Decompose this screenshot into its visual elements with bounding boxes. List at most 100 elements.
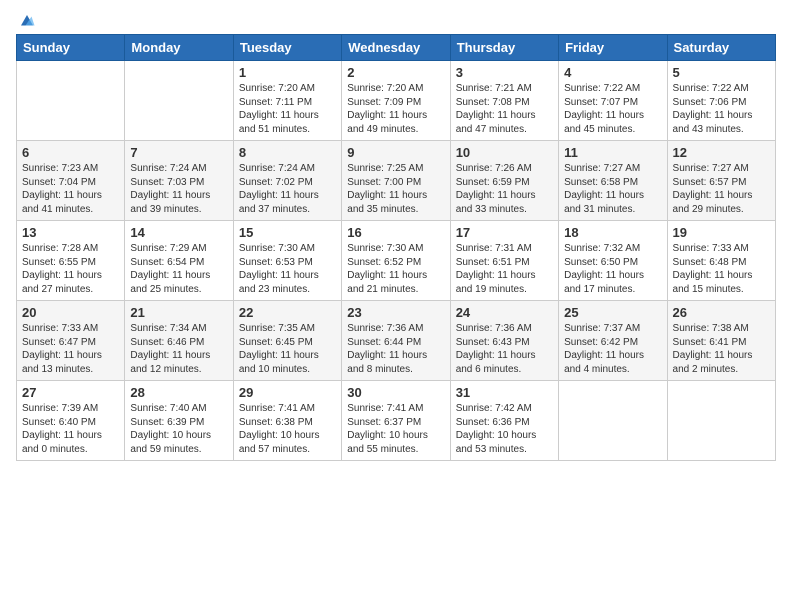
calendar-cell: 15 Sunrise: 7:30 AM Sunset: 6:53 PM Dayli… — [233, 221, 341, 301]
weekday-header-row: SundayMondayTuesdayWednesdayThursdayFrid… — [17, 35, 776, 61]
calendar-cell: 19 Sunrise: 7:33 AM Sunset: 6:48 PM Dayli… — [667, 221, 775, 301]
calendar-cell: 13 Sunrise: 7:28 AM Sunset: 6:55 PM Dayli… — [17, 221, 125, 301]
day-number: 18 — [564, 225, 661, 240]
calendar-cell — [17, 61, 125, 141]
calendar-cell: 30 Sunrise: 7:41 AM Sunset: 6:37 PM Dayli… — [342, 381, 450, 461]
day-number: 11 — [564, 145, 661, 160]
day-info: Sunrise: 7:22 AM Sunset: 7:06 PM Dayligh… — [673, 82, 770, 136]
day-info: Sunrise: 7:27 AM Sunset: 6:58 PM Dayligh… — [564, 162, 661, 216]
calendar-cell: 9 Sunrise: 7:25 AM Sunset: 7:00 PM Daylig… — [342, 141, 450, 221]
logo-text — [16, 12, 36, 30]
page: SundayMondayTuesdayWednesdayThursdayFrid… — [0, 0, 792, 612]
calendar-cell: 6Sunrise: 7:23 AM Sunset: 7:04 PM Daylig… — [17, 141, 125, 221]
day-info: Sunrise: 7:41 AM Sunset: 6:37 PM Dayligh… — [347, 402, 444, 456]
day-info: Sunrise: 7:23 AM Sunset: 7:04 PM Dayligh… — [22, 162, 119, 216]
day-number: 28 — [130, 385, 227, 400]
day-info: Sunrise: 7:30 AM Sunset: 6:52 PM Dayligh… — [347, 242, 444, 296]
calendar-cell: 10Sunrise: 7:26 AM Sunset: 6:59 PM Dayli… — [450, 141, 558, 221]
day-info: Sunrise: 7:22 AM Sunset: 7:07 PM Dayligh… — [564, 82, 661, 136]
day-info: Sunrise: 7:33 AM Sunset: 6:47 PM Dayligh… — [22, 322, 119, 376]
day-number: 24 — [456, 305, 553, 320]
weekday-header-thursday: Thursday — [450, 35, 558, 61]
calendar-cell: 8 Sunrise: 7:24 AM Sunset: 7:02 PM Daylig… — [233, 141, 341, 221]
day-info: Sunrise: 7:36 AM Sunset: 6:43 PM Dayligh… — [456, 322, 553, 376]
day-info: Sunrise: 7:20 AM Sunset: 7:11 PM Dayligh… — [239, 82, 336, 136]
day-info: Sunrise: 7:33 AM Sunset: 6:48 PM Dayligh… — [673, 242, 770, 296]
week-row-4: 20 Sunrise: 7:33 AM Sunset: 6:47 PM Dayli… — [17, 301, 776, 381]
calendar-cell: 2 Sunrise: 7:20 AM Sunset: 7:09 PM Daylig… — [342, 61, 450, 141]
day-info: Sunrise: 7:31 AM Sunset: 6:51 PM Dayligh… — [456, 242, 553, 296]
day-number: 27 — [22, 385, 119, 400]
day-info: Sunrise: 7:25 AM Sunset: 7:00 PM Dayligh… — [347, 162, 444, 216]
day-number: 22 — [239, 305, 336, 320]
day-info: Sunrise: 7:34 AM Sunset: 6:46 PM Dayligh… — [130, 322, 227, 376]
week-row-2: 6Sunrise: 7:23 AM Sunset: 7:04 PM Daylig… — [17, 141, 776, 221]
calendar-cell: 11 Sunrise: 7:27 AM Sunset: 6:58 PM Dayli… — [559, 141, 667, 221]
day-number: 31 — [456, 385, 553, 400]
day-info: Sunrise: 7:24 AM Sunset: 7:03 PM Dayligh… — [130, 162, 227, 216]
day-number: 21 — [130, 305, 227, 320]
calendar-cell: 25Sunrise: 7:37 AM Sunset: 6:42 PM Dayli… — [559, 301, 667, 381]
calendar-cell: 16 Sunrise: 7:30 AM Sunset: 6:52 PM Dayli… — [342, 221, 450, 301]
day-number: 15 — [239, 225, 336, 240]
day-info: Sunrise: 7:35 AM Sunset: 6:45 PM Dayligh… — [239, 322, 336, 376]
day-number: 16 — [347, 225, 444, 240]
day-number: 2 — [347, 65, 444, 80]
day-number: 19 — [673, 225, 770, 240]
calendar-cell — [667, 381, 775, 461]
calendar-cell: 3Sunrise: 7:21 AM Sunset: 7:08 PM Daylig… — [450, 61, 558, 141]
logo-icon — [18, 12, 36, 30]
calendar-cell — [559, 381, 667, 461]
calendar-cell: 22 Sunrise: 7:35 AM Sunset: 6:45 PM Dayli… — [233, 301, 341, 381]
day-info: Sunrise: 7:40 AM Sunset: 6:39 PM Dayligh… — [130, 402, 227, 456]
calendar-cell: 20 Sunrise: 7:33 AM Sunset: 6:47 PM Dayli… — [17, 301, 125, 381]
day-info: Sunrise: 7:28 AM Sunset: 6:55 PM Dayligh… — [22, 242, 119, 296]
day-info: Sunrise: 7:27 AM Sunset: 6:57 PM Dayligh… — [673, 162, 770, 216]
day-number: 23 — [347, 305, 444, 320]
calendar-cell: 27Sunrise: 7:39 AM Sunset: 6:40 PM Dayli… — [17, 381, 125, 461]
day-number: 14 — [130, 225, 227, 240]
day-number: 9 — [347, 145, 444, 160]
day-info: Sunrise: 7:41 AM Sunset: 6:38 PM Dayligh… — [239, 402, 336, 456]
day-number: 25 — [564, 305, 661, 320]
day-number: 20 — [22, 305, 119, 320]
weekday-header-saturday: Saturday — [667, 35, 775, 61]
calendar: SundayMondayTuesdayWednesdayThursdayFrid… — [16, 34, 776, 461]
day-info: Sunrise: 7:20 AM Sunset: 7:09 PM Dayligh… — [347, 82, 444, 136]
day-number: 1 — [239, 65, 336, 80]
day-number: 30 — [347, 385, 444, 400]
calendar-cell: 18 Sunrise: 7:32 AM Sunset: 6:50 PM Dayli… — [559, 221, 667, 301]
logo — [16, 12, 36, 26]
week-row-3: 13 Sunrise: 7:28 AM Sunset: 6:55 PM Dayli… — [17, 221, 776, 301]
calendar-cell: 1 Sunrise: 7:20 AM Sunset: 7:11 PM Daylig… — [233, 61, 341, 141]
day-info: Sunrise: 7:36 AM Sunset: 6:44 PM Dayligh… — [347, 322, 444, 376]
day-number: 8 — [239, 145, 336, 160]
day-number: 12 — [673, 145, 770, 160]
calendar-cell: 26Sunrise: 7:38 AM Sunset: 6:41 PM Dayli… — [667, 301, 775, 381]
calendar-cell: 4 Sunrise: 7:22 AM Sunset: 7:07 PM Daylig… — [559, 61, 667, 141]
calendar-cell: 14Sunrise: 7:29 AM Sunset: 6:54 PM Dayli… — [125, 221, 233, 301]
weekday-header-sunday: Sunday — [17, 35, 125, 61]
weekday-header-monday: Monday — [125, 35, 233, 61]
day-number: 17 — [456, 225, 553, 240]
calendar-cell — [125, 61, 233, 141]
calendar-cell: 7Sunrise: 7:24 AM Sunset: 7:03 PM Daylig… — [125, 141, 233, 221]
day-number: 13 — [22, 225, 119, 240]
calendar-cell: 31Sunrise: 7:42 AM Sunset: 6:36 PM Dayli… — [450, 381, 558, 461]
day-number: 29 — [239, 385, 336, 400]
day-info: Sunrise: 7:26 AM Sunset: 6:59 PM Dayligh… — [456, 162, 553, 216]
day-number: 5 — [673, 65, 770, 80]
week-row-5: 27Sunrise: 7:39 AM Sunset: 6:40 PM Dayli… — [17, 381, 776, 461]
day-info: Sunrise: 7:30 AM Sunset: 6:53 PM Dayligh… — [239, 242, 336, 296]
calendar-cell: 21 Sunrise: 7:34 AM Sunset: 6:46 PM Dayli… — [125, 301, 233, 381]
calendar-cell: 12 Sunrise: 7:27 AM Sunset: 6:57 PM Dayli… — [667, 141, 775, 221]
calendar-cell: 29 Sunrise: 7:41 AM Sunset: 6:38 PM Dayli… — [233, 381, 341, 461]
day-info: Sunrise: 7:24 AM Sunset: 7:02 PM Dayligh… — [239, 162, 336, 216]
day-info: Sunrise: 7:32 AM Sunset: 6:50 PM Dayligh… — [564, 242, 661, 296]
weekday-header-tuesday: Tuesday — [233, 35, 341, 61]
weekday-header-friday: Friday — [559, 35, 667, 61]
calendar-cell: 17 Sunrise: 7:31 AM Sunset: 6:51 PM Dayli… — [450, 221, 558, 301]
day-number: 4 — [564, 65, 661, 80]
weekday-header-wednesday: Wednesday — [342, 35, 450, 61]
header — [16, 12, 776, 26]
